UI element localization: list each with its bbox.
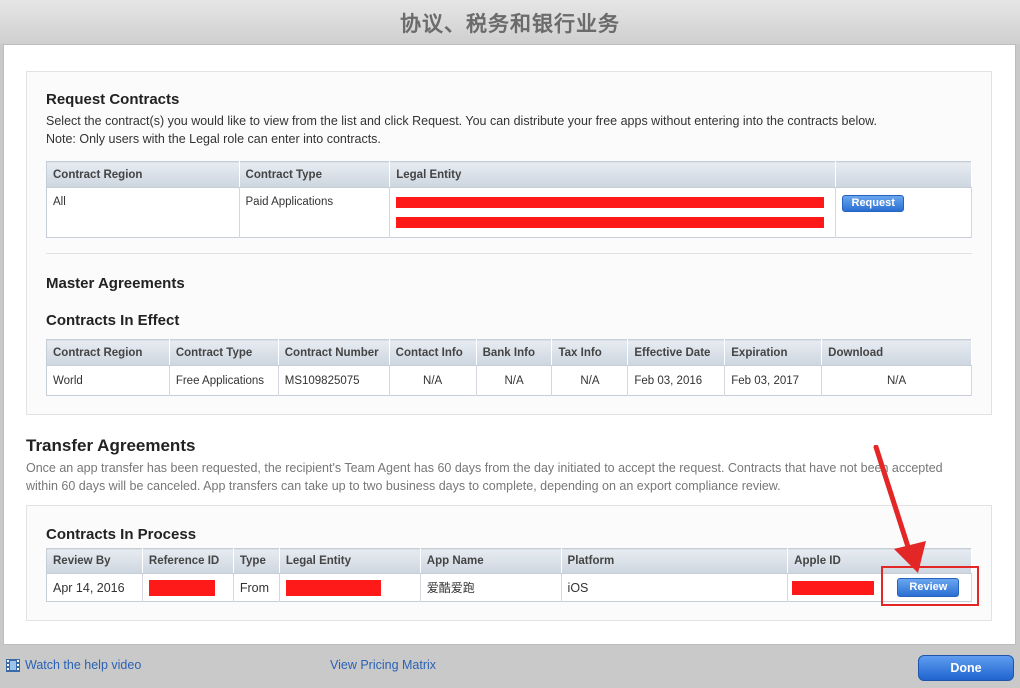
cell-download: N/A bbox=[821, 365, 972, 396]
window-title: 协议、税务和银行业务 bbox=[400, 12, 620, 36]
red-arrow-icon bbox=[873, 445, 926, 573]
column-header: Contract Region bbox=[46, 339, 170, 366]
cell-expiration: Feb 03, 2017 bbox=[724, 365, 823, 396]
column-header: Contract Type bbox=[169, 339, 279, 366]
redaction-bar bbox=[148, 579, 215, 596]
transfer-agreements-heading: Transfer Agreements bbox=[26, 436, 196, 455]
cell-review-by: Apr 14, 2016 bbox=[46, 573, 143, 602]
transfer-agreements-description: Once an app transfer has been requested,… bbox=[26, 461, 943, 493]
cell-action: Request bbox=[835, 187, 972, 238]
request-contracts-heading: Request Contracts bbox=[46, 91, 180, 108]
request-button[interactable]: Request bbox=[842, 195, 905, 212]
table-header-row: Contract Region Contract Type Contract N… bbox=[46, 339, 972, 366]
column-header: Contract Type bbox=[239, 161, 391, 188]
table-header-row: Contract Region Contract Type Legal Enti… bbox=[46, 161, 972, 188]
request-contracts-note: Note: Only users with the Legal role can… bbox=[46, 132, 381, 146]
column-header: Review By bbox=[46, 548, 143, 574]
column-header: Contact Info bbox=[389, 339, 477, 366]
cell-bank-info: N/A bbox=[476, 365, 553, 396]
request-contracts-description: Select the contract(s) you would like to… bbox=[46, 114, 877, 128]
section-divider bbox=[46, 253, 972, 254]
contracts-in-process-table: Review By Reference ID Type Legal Entity… bbox=[46, 548, 972, 602]
column-header: Download bbox=[821, 339, 972, 366]
redaction-bar bbox=[396, 217, 825, 228]
column-header: Tax Info bbox=[551, 339, 629, 366]
cell-region: World bbox=[46, 365, 170, 396]
cell-app-name: 爱酷爱跑 bbox=[420, 573, 562, 602]
cell-effective-date: Feb 03, 2016 bbox=[627, 365, 726, 396]
column-header: Platform bbox=[561, 548, 789, 574]
cell-tax-info: N/A bbox=[551, 365, 629, 396]
film-icon bbox=[6, 659, 20, 672]
column-header: Type bbox=[233, 548, 280, 574]
master-agreements-heading: Master Agreements bbox=[46, 275, 185, 292]
table-row: Apr 14, 2016 From 爱酷爱跑 iOS Review bbox=[46, 573, 972, 602]
column-header: Legal Entity bbox=[279, 548, 421, 574]
cell-legal-entity bbox=[389, 187, 837, 238]
table-header-row: Review By Reference ID Type Legal Entity… bbox=[46, 548, 972, 574]
cell-type: Free Applications bbox=[169, 365, 279, 396]
cell-contract-number: MS109825075 bbox=[278, 365, 390, 396]
table-row: All Paid Applications Request bbox=[46, 187, 972, 238]
view-pricing-matrix-link[interactable]: View Pricing Matrix bbox=[330, 658, 436, 672]
column-header: Effective Date bbox=[627, 339, 726, 366]
cell-contact-info: N/A bbox=[389, 365, 477, 396]
contracts-in-effect-table: Contract Region Contract Type Contract N… bbox=[46, 339, 972, 396]
redaction-bar bbox=[285, 579, 381, 596]
cell-region: All bbox=[46, 187, 240, 238]
contracts-in-effect-heading: Contracts In Effect bbox=[46, 312, 180, 329]
column-header: App Name bbox=[420, 548, 562, 574]
redaction-bar bbox=[396, 197, 825, 208]
table-row: World Free Applications MS109825075 N/A … bbox=[46, 365, 972, 396]
request-contracts-table: Contract Region Contract Type Legal Enti… bbox=[46, 161, 972, 238]
cell-type: From bbox=[233, 573, 280, 602]
main-panel: Request Contracts Select the contract(s)… bbox=[3, 44, 1016, 645]
cell-platform: iOS bbox=[561, 573, 789, 602]
column-header: Bank Info bbox=[476, 339, 553, 366]
cell-reference-id bbox=[142, 573, 234, 602]
cell-legal-entity bbox=[279, 573, 421, 602]
done-button[interactable]: Done bbox=[918, 655, 1014, 681]
watch-help-video-link[interactable]: Watch the help video bbox=[25, 658, 141, 672]
redaction-bar bbox=[792, 580, 875, 595]
column-header: Expiration bbox=[724, 339, 823, 366]
column-header: Reference ID bbox=[142, 548, 234, 574]
contracts-in-process-heading: Contracts In Process bbox=[46, 526, 197, 543]
column-header: Contract Region bbox=[46, 161, 240, 188]
column-header-empty bbox=[835, 161, 972, 188]
column-header: Legal Entity bbox=[389, 161, 837, 188]
cell-type: Paid Applications bbox=[239, 187, 391, 238]
window-titlebar: 协议、税务和银行业务 bbox=[0, 0, 1020, 44]
column-header: Contract Number bbox=[278, 339, 390, 366]
